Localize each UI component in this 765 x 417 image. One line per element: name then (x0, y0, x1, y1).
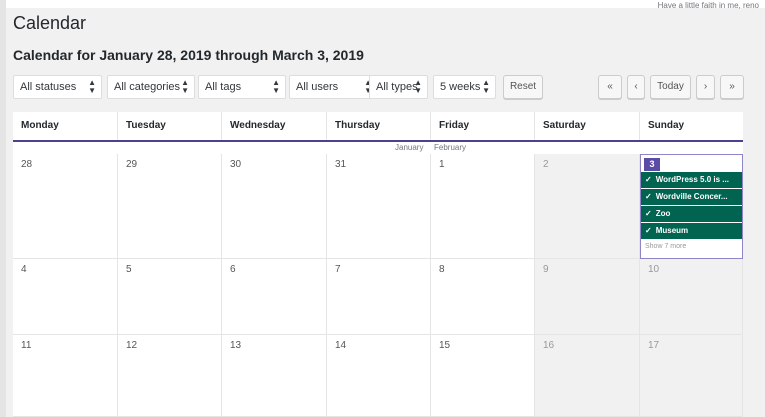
weekday-thursday: Thursday (327, 112, 431, 140)
user-filter-select[interactable]: All users ▲▼ (289, 75, 378, 99)
sort-arrows-icon: ▲▼ (414, 78, 422, 95)
day-cell[interactable]: 12 (118, 335, 222, 417)
day-cell[interactable]: 13 (222, 335, 327, 417)
day-cell[interactable]: 17 (640, 335, 743, 417)
tag-filter-select[interactable]: All tags ▲ ▼ (198, 75, 286, 99)
day-cell[interactable]: 28 (13, 154, 118, 259)
hello-dolly-motto: Have a little faith in me, reno (657, 1, 759, 10)
day-cell[interactable]: 31 (327, 154, 431, 259)
day-cell[interactable]: 10 (640, 259, 743, 335)
month-divider-row: January February (13, 142, 743, 154)
tag-filter-value: All tags (205, 81, 242, 93)
day-cell[interactable]: 29 (118, 154, 222, 259)
user-filter-value: All users (296, 81, 339, 93)
previous-far-button[interactable]: « (598, 75, 622, 99)
day-number: 13 (230, 340, 242, 351)
event-title: Wordville Concer... (655, 192, 728, 201)
day-cell[interactable]: 1 (431, 154, 535, 259)
status-filter-select[interactable]: All statuses ▲ ▼ (13, 75, 102, 99)
event-list: ✓ WordPress 5.0 is ... ✓ Wordville Concer.… (641, 172, 742, 254)
day-number: 5 (126, 264, 132, 275)
day-number: 15 (439, 340, 451, 351)
sort-arrows-icon: ▲▼ (272, 78, 280, 95)
day-cell[interactable]: 7 (327, 259, 431, 335)
next-far-button[interactable]: » (720, 75, 744, 99)
day-cell[interactable]: 8 (431, 259, 535, 335)
day-number: 14 (335, 340, 347, 351)
reset-button[interactable]: Reset (503, 75, 543, 99)
day-cell[interactable]: 30 (222, 154, 327, 259)
day-number: 1 (439, 159, 445, 170)
day-cell[interactable]: 14 (327, 335, 431, 417)
checkmark-icon: ✓ (645, 209, 652, 218)
today-cell[interactable]: 3 ✓ WordPress 5.0 is ... ✓ Wordville Conce… (640, 154, 743, 259)
category-filter-select[interactable]: All categories ▲ ▼ (107, 75, 195, 99)
weeks-value: 5 weeks (440, 81, 481, 93)
sort-arrows-icon: ▲▼ (181, 78, 189, 95)
weekday-sunday: Sunday (648, 120, 685, 131)
event-title: Zoo (655, 209, 671, 218)
left-admin-strip (0, 0, 6, 417)
weekday-tuesday: Tuesday (118, 112, 222, 140)
show-more-link[interactable]: Show 7 more (641, 240, 742, 254)
day-number: 8 (439, 264, 445, 275)
weekday-friday: Friday (431, 112, 535, 140)
event-title: WordPress 5.0 is ... (655, 175, 729, 184)
next-button[interactable]: › (696, 75, 715, 99)
day-number: 10 (648, 264, 660, 275)
month-label-january: January (395, 143, 424, 152)
weekday-saturday: Saturday (535, 112, 640, 140)
day-number: 16 (543, 340, 555, 351)
sort-arrows-icon: ▲▼ (88, 78, 96, 95)
day-cell[interactable]: 11 (13, 335, 118, 417)
day-number: 28 (21, 159, 33, 170)
status-filter-value: All statuses (20, 81, 77, 93)
date-range-title: Calendar for January 28, 2019 through Ma… (13, 47, 364, 63)
day-cell[interactable]: 16 (535, 335, 640, 417)
today-button[interactable]: Today (650, 75, 691, 99)
day-number: 7 (335, 264, 341, 275)
day-cell[interactable]: 9 (535, 259, 640, 335)
day-number: 6 (230, 264, 236, 275)
day-number: 31 (335, 159, 347, 170)
day-number: 12 (126, 340, 138, 351)
page-title: Calendar (13, 13, 87, 33)
event-item[interactable]: ✓ Zoo (641, 206, 742, 222)
event-item[interactable]: ✓ WordPress 5.0 is ... (641, 172, 742, 188)
category-filter-value: All categories (114, 81, 181, 93)
weekday-header: Monday Tuesday Wednesday Thursday Friday… (13, 112, 743, 142)
day-cell[interactable]: 2 (535, 154, 640, 259)
weekday-monday: Monday (13, 112, 118, 140)
type-filter-select[interactable]: All types ▲ ▼ (369, 75, 428, 99)
day-cell[interactable]: 6 (222, 259, 327, 335)
day-cell[interactable]: 5 (118, 259, 222, 335)
checkmark-icon: ✓ (645, 175, 652, 184)
month-label-february: February (434, 143, 467, 152)
type-filter-value: All types (376, 81, 418, 93)
day-cell[interactable]: 15 (431, 335, 535, 417)
previous-button[interactable]: ‹ (627, 75, 645, 99)
today-date-badge: 3 (644, 158, 660, 171)
weeks-select[interactable]: 5 weeks ▲ ▼ (433, 75, 496, 99)
event-title: Museum (655, 226, 689, 235)
checkmark-icon: ✓ (645, 192, 652, 201)
day-number: 9 (543, 264, 549, 275)
day-cell[interactable]: 4 (13, 259, 118, 335)
day-number: 11 (21, 340, 32, 351)
calendar-grid: Monday Tuesday Wednesday Thursday Friday… (13, 112, 743, 417)
event-item[interactable]: ✓ Museum (641, 223, 742, 239)
day-number: 17 (648, 340, 660, 351)
day-number: 29 (126, 159, 138, 170)
day-number: 4 (21, 264, 27, 275)
event-item[interactable]: ✓ Wordville Concer... (641, 189, 742, 205)
checkmark-icon: ✓ (645, 226, 652, 235)
day-number: 30 (230, 159, 242, 170)
weekday-wednesday: Wednesday (222, 112, 327, 140)
sort-arrows-icon: ▲▼ (482, 78, 490, 95)
day-number: 2 (543, 159, 549, 170)
